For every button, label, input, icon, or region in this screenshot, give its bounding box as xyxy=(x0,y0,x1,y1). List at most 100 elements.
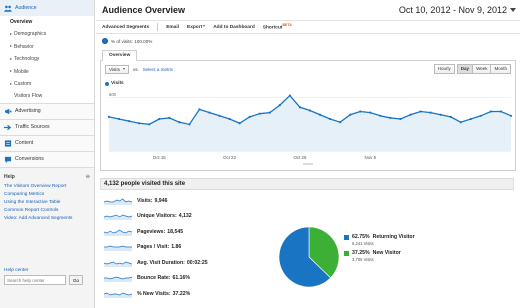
sidebar-section[interactable]: Advertising xyxy=(0,103,94,120)
data-point[interactable] xyxy=(399,117,402,121)
sidebar-section-label: Conversions xyxy=(15,156,44,163)
granularity-button[interactable]: Day xyxy=(456,64,474,74)
metric-row[interactable]: Pages / Visit: 1.86 xyxy=(104,240,274,256)
data-point[interactable] xyxy=(329,117,332,121)
resize-handle[interactable] xyxy=(303,163,313,165)
data-point[interactable] xyxy=(409,113,412,116)
metric-row[interactable]: Unique Visitors: 4,132 xyxy=(104,209,274,225)
data-point[interactable] xyxy=(248,115,251,118)
advanced-segments-button[interactable]: Advanced Segments xyxy=(102,25,149,30)
data-point[interactable] xyxy=(389,116,392,120)
metric-row[interactable]: Visits: 9,946 xyxy=(104,193,274,209)
data-point[interactable] xyxy=(268,111,271,114)
data-point[interactable] xyxy=(138,122,141,125)
beta-badge: BETA xyxy=(282,23,292,28)
data-point[interactable] xyxy=(107,115,111,118)
data-point[interactable] xyxy=(288,94,291,97)
pie-legend-label: Returning Visitor xyxy=(372,234,415,240)
data-point[interactable] xyxy=(117,117,121,121)
data-point[interactable] xyxy=(228,117,231,121)
sidebar-section[interactable]: Traffic Sources xyxy=(0,119,94,136)
data-point[interactable] xyxy=(459,121,462,124)
tab-overview[interactable]: Overview xyxy=(102,50,138,61)
help-link[interactable]: The Visitors Overview Report xyxy=(4,183,90,191)
visitor-type-pie-chart[interactable] xyxy=(278,226,340,288)
data-point[interactable] xyxy=(318,113,322,116)
data-point[interactable] xyxy=(469,117,472,121)
data-point[interactable] xyxy=(339,121,342,124)
visits-line-chart[interactable]: 500250Oct 15Oct 22Oct 29Nov 5 xyxy=(101,87,515,171)
help-link[interactable]: Using the Interactive Table xyxy=(4,199,90,207)
segment-pie-icon[interactable] xyxy=(102,38,108,44)
sidebar-section-label: Audience xyxy=(15,5,37,11)
sidebar-item[interactable]: Demographics xyxy=(0,28,94,40)
pie-legend-label: New Visitor xyxy=(372,250,401,256)
data-point[interactable] xyxy=(198,108,201,111)
data-point[interactable] xyxy=(369,111,372,114)
data-point[interactable] xyxy=(208,111,211,114)
data-point[interactable] xyxy=(168,116,171,120)
data-point[interactable] xyxy=(429,111,432,114)
data-point[interactable] xyxy=(449,115,452,118)
sidebar-item[interactable]: Visitors Flow xyxy=(0,90,94,102)
pie-legend-percent: 37.25% xyxy=(352,250,370,256)
select-metric-link[interactable]: Select a metric xyxy=(143,67,173,72)
data-point[interactable] xyxy=(489,110,492,113)
granularity-button[interactable]: Hourly xyxy=(433,64,455,74)
metric-row[interactable]: Avg. Visit Duration: 00:02:25 xyxy=(104,255,274,271)
add-to-dashboard-button[interactable]: Add to Dashboard xyxy=(213,25,255,30)
data-point[interactable] xyxy=(439,113,442,116)
help-title: Help xyxy=(4,173,15,180)
shortcut-button[interactable]: ShortcutBETA xyxy=(263,23,292,31)
data-point[interactable] xyxy=(359,110,362,113)
data-point[interactable] xyxy=(158,117,161,121)
sidebar-item[interactable]: Overview xyxy=(0,16,94,29)
sidebar-item[interactable]: Custom xyxy=(0,78,94,90)
data-point[interactable] xyxy=(148,123,151,126)
data-point[interactable] xyxy=(128,120,131,123)
data-point[interactable] xyxy=(349,113,352,116)
metric-value: 61.16% xyxy=(172,275,191,282)
data-point[interactable] xyxy=(479,114,482,117)
data-point[interactable] xyxy=(178,121,181,124)
data-point[interactable] xyxy=(509,114,513,117)
help-link[interactable]: Common Report Controls xyxy=(4,207,90,215)
metric-row[interactable]: Pageviews: 18,545 xyxy=(104,224,274,240)
help-link[interactable]: Comparing Metrics xyxy=(4,191,90,199)
sidebar-item[interactable]: Technology xyxy=(0,53,94,65)
help-link[interactable]: Video: Add Advanced Segments xyxy=(4,215,90,223)
data-point[interactable] xyxy=(238,122,241,125)
data-point[interactable] xyxy=(258,112,261,115)
help-search-input[interactable] xyxy=(4,275,66,285)
data-point[interactable] xyxy=(188,123,191,126)
data-point[interactable] xyxy=(218,114,221,117)
export-button[interactable]: Export xyxy=(187,25,206,30)
data-point[interactable] xyxy=(499,110,503,113)
help-go-button[interactable]: Go xyxy=(69,275,83,285)
metric-row[interactable]: Bounce Rate: 61.16% xyxy=(104,271,274,287)
sparkline xyxy=(104,214,132,221)
sidebar-section[interactable]: Content xyxy=(0,135,94,152)
data-point[interactable] xyxy=(298,106,302,109)
granularity-button[interactable]: Month xyxy=(490,64,511,74)
expand-arrow-icon xyxy=(10,82,12,85)
metric-select[interactable]: Visits xyxy=(105,64,129,74)
date-range-picker[interactable]: Oct 10, 2012 - Nov 9, 2012 xyxy=(399,5,516,15)
sidebar-section-audience[interactable]: Audience xyxy=(0,0,94,16)
collapse-icon[interactable]: ⊖ xyxy=(86,174,90,180)
sidebar-item[interactable]: Mobile xyxy=(0,66,94,78)
dropdown-arrow-icon xyxy=(203,25,206,28)
sidebar-item[interactable]: Behavior xyxy=(0,41,94,53)
email-button[interactable]: Email xyxy=(166,25,179,30)
data-point[interactable] xyxy=(379,114,382,117)
metric-name: Unique Visitors: xyxy=(137,213,177,220)
metric-row[interactable]: % New Visits: 37.22% xyxy=(104,286,274,302)
data-point[interactable] xyxy=(308,109,312,112)
data-point[interactable] xyxy=(278,104,281,107)
granularity-button[interactable]: Week xyxy=(472,64,492,74)
sidebar-section-label: Content xyxy=(15,140,34,147)
people-icon xyxy=(4,5,12,12)
help-center-link[interactable]: Help center xyxy=(4,268,92,273)
data-point[interactable] xyxy=(419,110,422,113)
sidebar-section[interactable]: Conversions xyxy=(0,151,94,168)
